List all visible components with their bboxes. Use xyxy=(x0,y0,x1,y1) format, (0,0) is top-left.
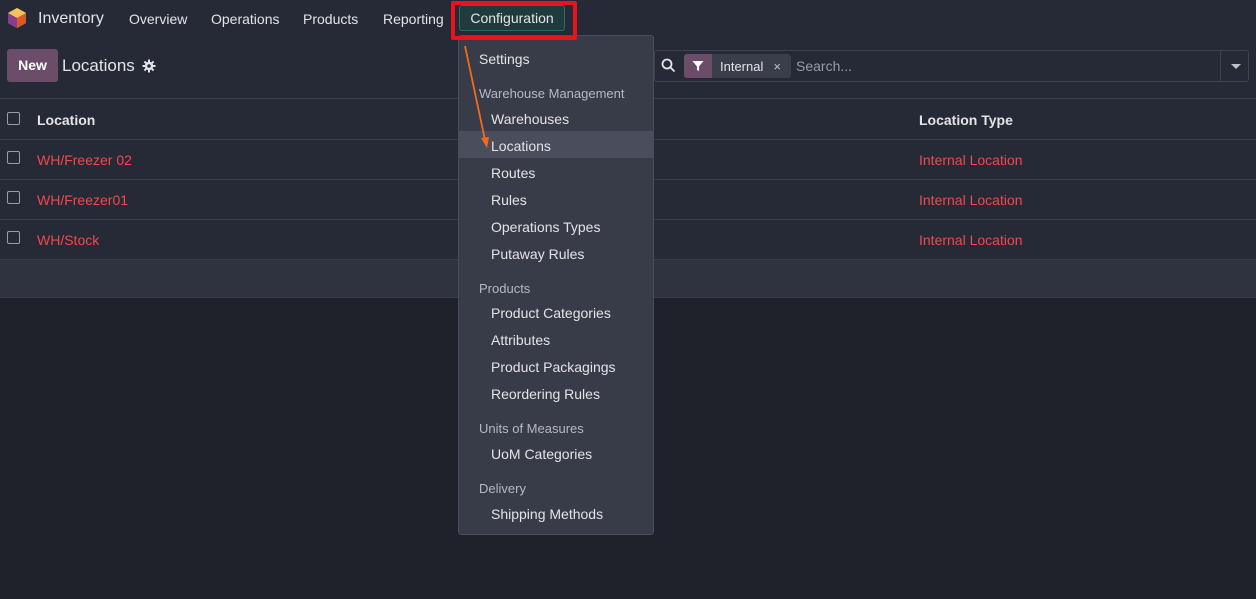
row-checkbox[interactable] xyxy=(7,231,20,244)
column-header-location-type[interactable]: Location Type xyxy=(919,112,1013,128)
nav-overview[interactable]: Overview xyxy=(129,11,187,27)
row-checkbox[interactable] xyxy=(7,151,20,164)
menu-item-warehouses[interactable]: Warehouses xyxy=(491,111,569,127)
nav-products[interactable]: Products xyxy=(303,11,358,27)
filter-icon xyxy=(684,54,712,78)
menu-item-uom-categories[interactable]: UoM Categories xyxy=(491,446,592,462)
row-location[interactable]: WH/Freezer01 xyxy=(37,192,128,208)
row-location-type: Internal Location xyxy=(919,152,1023,168)
filter-facet: Internal × xyxy=(684,54,791,78)
top-navbar: Inventory Overview Operations Products R… xyxy=(0,0,1256,37)
search-icon xyxy=(661,58,676,73)
gear-icon[interactable] xyxy=(142,59,156,73)
nav-operations[interactable]: Operations xyxy=(211,11,279,27)
menu-section-header: Warehouse Management xyxy=(479,86,625,101)
app-name[interactable]: Inventory xyxy=(38,10,104,28)
menu-section-header: Delivery xyxy=(479,481,526,496)
menu-item-operations-types[interactable]: Operations Types xyxy=(491,219,600,235)
column-header-location[interactable]: Location xyxy=(37,112,95,128)
facet-remove-icon[interactable]: × xyxy=(773,59,781,74)
row-location[interactable]: WH/Stock xyxy=(37,232,99,248)
page-title: Locations xyxy=(62,56,135,75)
menu-item-settings[interactable]: Settings xyxy=(479,51,530,67)
menu-section-header: Units of Measures xyxy=(479,421,584,436)
row-location-type: Internal Location xyxy=(919,232,1023,248)
menu-item-shipping-methods[interactable]: Shipping Methods xyxy=(491,506,603,522)
search-toggle-chevron-icon[interactable] xyxy=(1220,50,1249,82)
menu-item-product-packagings[interactable]: Product Packagings xyxy=(491,359,616,375)
inventory-logo-icon[interactable] xyxy=(7,7,27,29)
row-checkbox[interactable] xyxy=(7,191,20,204)
menu-item-attributes[interactable]: Attributes xyxy=(491,332,550,348)
nav-configuration[interactable]: Configuration xyxy=(459,5,565,31)
menu-section-header: Products xyxy=(479,281,531,296)
facet-label: Internal xyxy=(720,58,764,74)
search-input[interactable]: Search... xyxy=(796,58,852,74)
menu-item-rules[interactable]: Rules xyxy=(491,192,527,208)
nav-reporting[interactable]: Reporting xyxy=(383,11,444,27)
menu-item-routes[interactable]: Routes xyxy=(491,165,535,181)
active-item-highlight xyxy=(459,131,653,158)
row-location[interactable]: WH/Freezer 02 xyxy=(37,152,132,168)
menu-item-locations[interactable]: Locations xyxy=(491,138,551,154)
menu-item-product-categories[interactable]: Product Categories xyxy=(491,305,611,321)
menu-item-putaway-rules[interactable]: Putaway Rules xyxy=(491,246,584,262)
menu-item-reordering-rules[interactable]: Reordering Rules xyxy=(491,386,600,402)
new-button[interactable]: New xyxy=(7,49,58,82)
row-location-type: Internal Location xyxy=(919,192,1023,208)
select-all-checkbox[interactable] xyxy=(7,112,20,125)
